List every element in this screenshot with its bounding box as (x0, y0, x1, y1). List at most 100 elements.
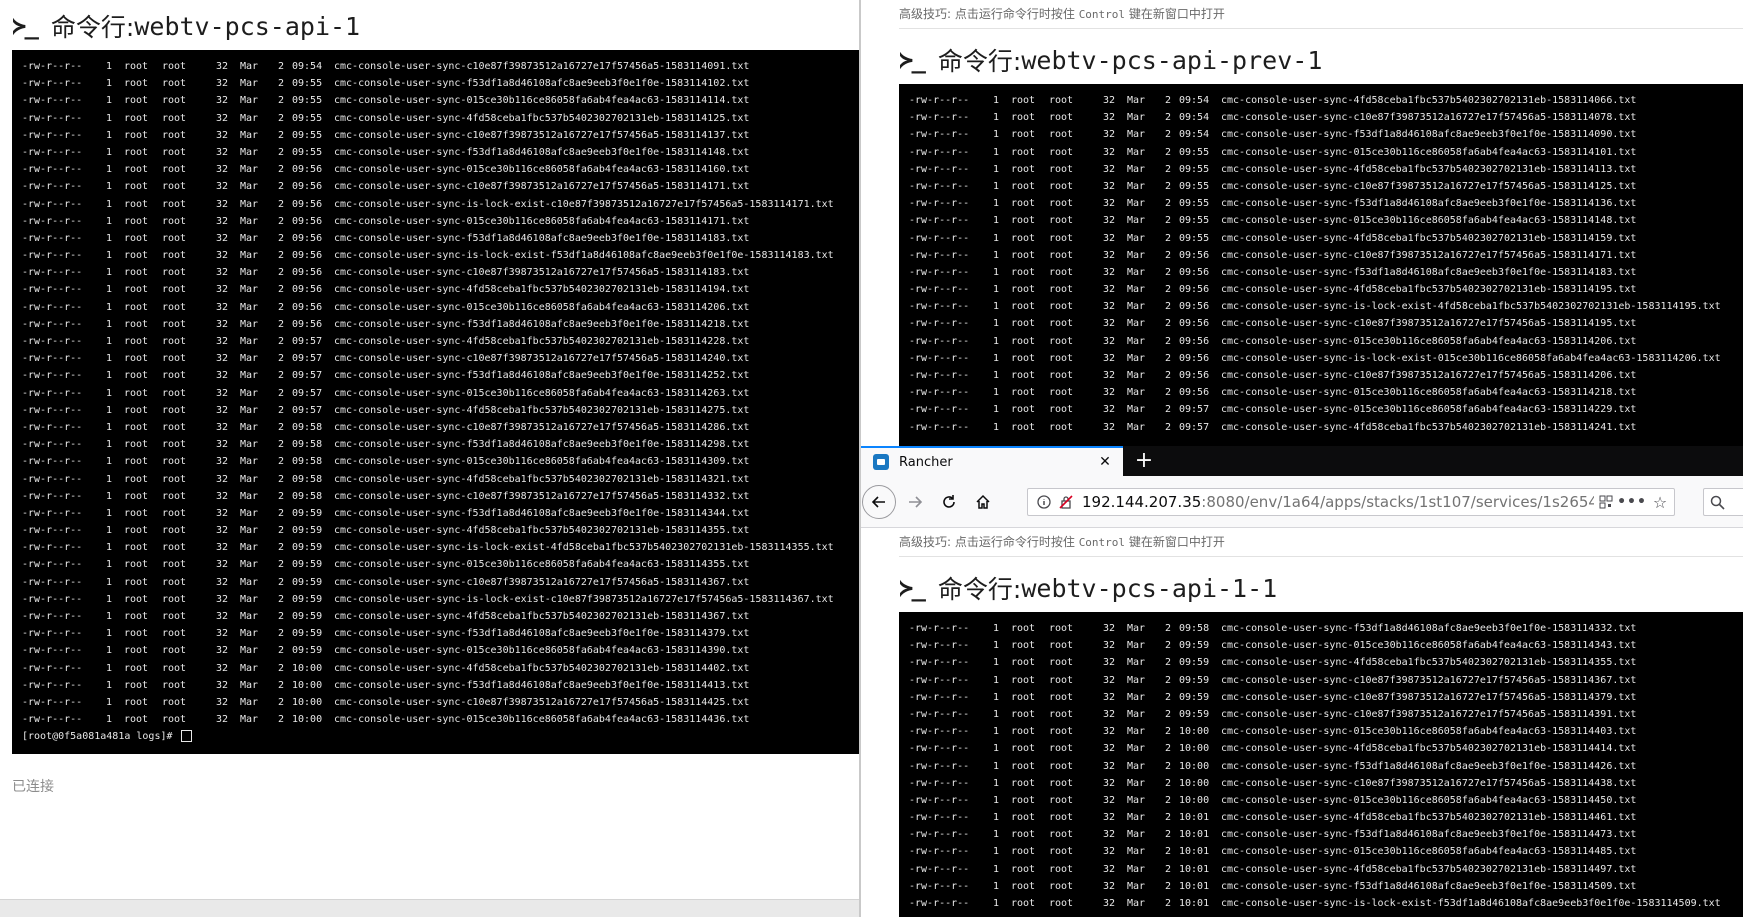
file-listing-row: -rw-r--r-- 1 root root 32 Mar 2 09:56 cmc-consol… (22, 196, 850, 213)
listing-owner: root (124, 525, 149, 537)
listing-group: root (1049, 421, 1074, 433)
file-listing-row: -rw-r--r-- 1 root root 32 Mar 2 09:56 cmc-consol… (909, 298, 1733, 315)
new-tab-button[interactable]: + (1129, 446, 1159, 476)
listing-month: Mar (1127, 198, 1146, 210)
listing-month: Mar (1127, 146, 1146, 158)
listing-month: Mar (1127, 180, 1146, 192)
listing-file: cmc-console-user-sync-4fd58ceba1fbc537b5… (1221, 863, 1637, 875)
terminal-cursor (180, 730, 192, 743)
listing-group: root (1049, 146, 1074, 158)
listing-month: Mar (240, 645, 259, 657)
listing-day: 2 (277, 662, 284, 674)
tab-rancher[interactable]: Rancher ✕ (861, 446, 1123, 476)
listing-month: Mar (240, 439, 259, 451)
file-listing-row: -rw-r--r-- 1 root root 32 Mar 2 09:56 cmc-consol… (22, 316, 850, 333)
listing-owner: root (124, 181, 149, 193)
listing-day: 2 (277, 387, 284, 399)
listing-group: root (1049, 880, 1074, 892)
listing-owner: root (124, 696, 149, 708)
listing-file: cmc-console-user-sync-f53df1a8d46108afc8… (1221, 880, 1637, 892)
listing-owner: root (1011, 726, 1036, 738)
listing-time: 09:56 (292, 250, 323, 262)
listing-month: Mar (1127, 640, 1146, 652)
horizontal-scrollbar[interactable] (0, 899, 860, 917)
listing-time: 09:56 (1179, 335, 1210, 347)
listing-owner: root (124, 439, 149, 451)
listing-size: 32 (215, 662, 228, 674)
listing-owner: root (124, 267, 149, 279)
listing-file: cmc-console-user-sync-4fd58ceba1fbc537b5… (334, 611, 750, 622)
listing-links: 1 (992, 726, 999, 738)
listing-day: 2 (1164, 180, 1171, 192)
listing-links: 1 (992, 691, 999, 703)
back-button[interactable] (862, 485, 896, 519)
file-listing-row: -rw-r--r-- 1 root root 32 Mar 2 10:00 cmc-consol… (909, 792, 1733, 809)
listing-owner: root (1011, 198, 1036, 210)
url-text[interactable]: 192.144.207.35:8080/env/1a64/apps/stacks… (1082, 493, 1594, 511)
listing-owner: root (124, 95, 149, 107)
file-listing-row: -rw-r--r-- 1 root root 32 Mar 2 09:57 cmc-consol… (909, 419, 1733, 436)
listing-month: Mar (240, 628, 259, 640)
listing-group: root (1049, 760, 1074, 772)
forward-arrow-icon (909, 496, 923, 508)
listing-month: Mar (1127, 726, 1146, 738)
bookmark-star-icon[interactable]: ☆ (1646, 490, 1674, 514)
forward-button[interactable] (899, 486, 931, 518)
listing-time: 09:56 (1179, 249, 1210, 261)
listing-links: 1 (105, 611, 112, 622)
listing-day: 2 (1164, 674, 1171, 686)
container-name: webtv-pcs-api-1-1 (1021, 573, 1278, 603)
listing-file: cmc-console-user-sync-4fd58ceba1fbc537b5… (334, 404, 750, 416)
listing-day: 2 (1164, 318, 1171, 330)
listing-group: root (1049, 623, 1074, 634)
listing-time: 09:54 (1179, 129, 1210, 141)
listing-file: cmc-console-user-sync-is-lock-exist-c10e… (334, 198, 834, 210)
listing-month: Mar (240, 370, 259, 382)
shell-prompt-line[interactable]: [root@0f5a081a481a logs]# (22, 728, 850, 745)
reload-button[interactable] (933, 486, 965, 518)
terminal-output[interactable]: -rw-r--r-- 1 root root 32 Mar 2 09:54 cmc-consol… (12, 50, 860, 754)
listing-owner: root (1011, 232, 1036, 244)
listing-month: Mar (1127, 880, 1146, 892)
container-name: webtv-pcs-api-prev-1 (1021, 45, 1323, 75)
info-icon[interactable] (1032, 490, 1056, 514)
listing-day: 2 (277, 404, 284, 416)
listing-size: 32 (1102, 146, 1115, 158)
insecure-lock-icon[interactable] (1056, 490, 1076, 514)
listing-perm: -rw-r--r-- (22, 215, 83, 227)
listing-time: 10:01 (1179, 863, 1210, 875)
url-bar[interactable]: 192.144.207.35:8080/env/1a64/apps/stacks… (1027, 488, 1675, 516)
terminal-output[interactable]: -rw-r--r-- 1 root root 32 Mar 2 09:54 cmc-consol… (899, 84, 1743, 446)
home-button[interactable] (967, 486, 999, 518)
listing-file: cmc-console-user-sync-f53df1a8d46108afc8… (334, 146, 750, 158)
more-actions-icon[interactable]: ••• (1617, 490, 1646, 514)
listing-group: root (162, 421, 187, 433)
listing-month: Mar (1127, 95, 1146, 106)
listing-group: root (162, 439, 187, 451)
listing-day: 2 (1164, 421, 1171, 433)
listing-size: 32 (1102, 129, 1115, 141)
listing-size: 32 (1102, 674, 1115, 686)
file-listing-row: -rw-r--r-- 1 root root 32 Mar 2 09:59 cmc-consol… (22, 642, 850, 659)
listing-links: 1 (105, 267, 112, 279)
listing-owner: root (124, 284, 149, 296)
close-icon[interactable]: ✕ (1093, 450, 1117, 474)
search-input[interactable] (1703, 488, 1743, 516)
listing-month: Mar (1127, 623, 1146, 634)
listing-size: 32 (215, 439, 228, 451)
listing-time: 09:54 (292, 61, 323, 72)
listing-links: 1 (992, 146, 999, 158)
listing-month: Mar (1127, 266, 1146, 278)
listing-links: 1 (992, 777, 999, 789)
qr-code-icon[interactable] (1594, 490, 1618, 514)
listing-group: root (1049, 318, 1074, 330)
listing-links: 1 (105, 473, 112, 485)
terminal-output[interactable]: -rw-r--r-- 1 root root 32 Mar 2 09:58 cmc-consol… (899, 612, 1743, 917)
listing-month: Mar (1127, 777, 1146, 789)
listing-size: 32 (1102, 335, 1115, 347)
listing-group: root (162, 198, 187, 210)
listing-group: root (1049, 898, 1074, 909)
listing-file: cmc-console-user-sync-015ce30b116ce86058… (334, 301, 750, 313)
file-listing-row: -rw-r--r-- 1 root root 32 Mar 2 09:58 cmc-consol… (22, 471, 850, 488)
listing-time: 09:55 (1179, 232, 1210, 244)
